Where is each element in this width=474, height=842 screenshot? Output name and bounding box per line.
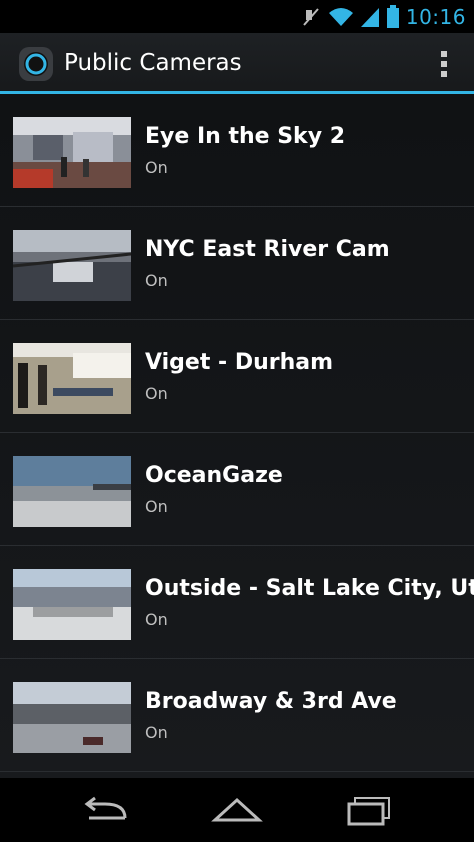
app-logo-icon[interactable] — [18, 46, 54, 82]
overflow-menu-icon[interactable] — [440, 51, 448, 79]
recent-apps-icon[interactable] — [339, 790, 399, 830]
home-icon[interactable] — [207, 790, 267, 830]
camera-name: Broadway & 3rd Ave — [145, 689, 397, 714]
camera-name: OceanGaze — [145, 463, 283, 488]
list-item[interactable]: Broadway & 3rd Ave On — [0, 659, 474, 772]
camera-status: On — [145, 497, 168, 516]
action-bar: Public Cameras — [0, 33, 474, 94]
status-bar: 10:16 — [0, 0, 474, 33]
navigation-bar — [0, 778, 474, 842]
camera-name: NYC East River Cam — [145, 237, 390, 262]
camera-thumbnail — [13, 569, 131, 640]
camera-thumbnail — [13, 682, 131, 753]
camera-thumbnail — [13, 230, 131, 301]
back-icon[interactable] — [75, 790, 135, 830]
camera-status: On — [145, 610, 168, 629]
list-item[interactable]: Outside - Salt Lake City, Utah On — [0, 546, 474, 659]
list-item[interactable]: Viget - Durham On — [0, 320, 474, 433]
camera-list[interactable]: Eye In the Sky 2 On NYC East River Cam O… — [0, 94, 474, 778]
camera-thumbnail — [13, 343, 131, 414]
battery-icon — [386, 4, 399, 28]
camera-thumbnail — [13, 117, 131, 188]
camera-status: On — [145, 723, 168, 742]
camera-name: Eye In the Sky 2 — [145, 124, 345, 149]
status-icons: 10:16 — [300, 0, 466, 33]
camera-status: On — [145, 158, 168, 177]
app-title: Public Cameras — [64, 50, 242, 76]
camera-name: Outside - Salt Lake City, Utah — [145, 576, 474, 601]
camera-thumbnail — [13, 456, 131, 527]
camera-name: Viget - Durham — [145, 350, 334, 375]
list-item[interactable]: OceanGaze On — [0, 433, 474, 546]
status-clock: 10:16 — [405, 4, 466, 29]
list-item[interactable]: NYC East River Cam On — [0, 207, 474, 320]
camera-status: On — [145, 271, 168, 290]
signal-icon — [360, 7, 379, 27]
camera-status: On — [145, 384, 168, 403]
list-item[interactable]: Eye In the Sky 2 On — [0, 94, 474, 207]
mute-icon — [303, 7, 319, 26]
wifi-icon — [328, 7, 353, 26]
